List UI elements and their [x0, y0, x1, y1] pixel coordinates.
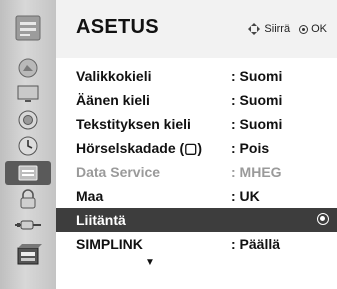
- scroll-down-arrow-icon[interactable]: ▼: [145, 257, 155, 268]
- usb-icon[interactable]: [5, 242, 51, 268]
- tv-setup-menu: ASETUS Siirrä OK Valikkokieli : Suomi Ää…: [0, 0, 337, 289]
- move-arrows-icon: [248, 23, 261, 35]
- move-hint-label: Siirrä: [264, 23, 291, 35]
- settings-list: Valikkokieli : Suomi Äänen kieli : Suomi…: [56, 58, 337, 289]
- row-data-service: Data Service : MHEG: [56, 160, 337, 184]
- ok-hint-label: OK: [311, 23, 327, 35]
- row-menu-language[interactable]: Valikkokieli : Suomi: [56, 64, 337, 88]
- row-value: : MHEG: [231, 164, 282, 180]
- ok-select-icon: [317, 213, 329, 225]
- input-icon[interactable]: [5, 213, 51, 237]
- row-value: : Suomi: [231, 68, 283, 84]
- setup-menu-icon: [5, 6, 51, 50]
- row-label: Valikkokieli: [76, 68, 152, 84]
- picture-icon[interactable]: [5, 56, 51, 80]
- row-audio-language[interactable]: Äänen kieli : Suomi: [56, 88, 337, 112]
- menu-title: ASETUS: [76, 16, 159, 38]
- time-icon[interactable]: [5, 134, 51, 158]
- menu-header: ASETUS Siirrä OK: [56, 0, 337, 58]
- row-label: Hörselskadade (▢): [76, 140, 203, 156]
- row-input-label-selected[interactable]: Liitäntä: [56, 208, 337, 232]
- audio-icon[interactable]: [5, 108, 51, 132]
- row-value: : Päällä: [231, 236, 281, 252]
- row-value: : Pois: [231, 140, 270, 156]
- row-label: Äänen kieli: [76, 92, 150, 108]
- row-label: Maa: [76, 188, 104, 204]
- row-simplink[interactable]: SIMPLINK : Päällä: [56, 232, 337, 256]
- row-value: : UK: [231, 188, 260, 204]
- row-subtitle-language[interactable]: Tekstityksen kieli : Suomi: [56, 112, 337, 136]
- row-label: Data Service: [76, 164, 161, 180]
- row-hearing-impaired[interactable]: Hörselskadade (▢) : Pois: [56, 136, 337, 160]
- row-label: Liitäntä: [76, 212, 126, 228]
- ok-icon: [299, 24, 309, 34]
- menu-sidebar: [0, 0, 56, 289]
- lock-icon[interactable]: [5, 187, 51, 211]
- row-value: : Suomi: [231, 92, 283, 108]
- display-icon[interactable]: [5, 82, 51, 106]
- option-icon[interactable]: [5, 161, 51, 185]
- row-label: Tekstityksen kieli: [76, 116, 191, 132]
- navigation-hint: Siirrä OK: [247, 22, 327, 36]
- row-country[interactable]: Maa : UK: [56, 184, 337, 208]
- row-value: : Suomi: [231, 116, 283, 132]
- row-label: SIMPLINK: [76, 236, 143, 252]
